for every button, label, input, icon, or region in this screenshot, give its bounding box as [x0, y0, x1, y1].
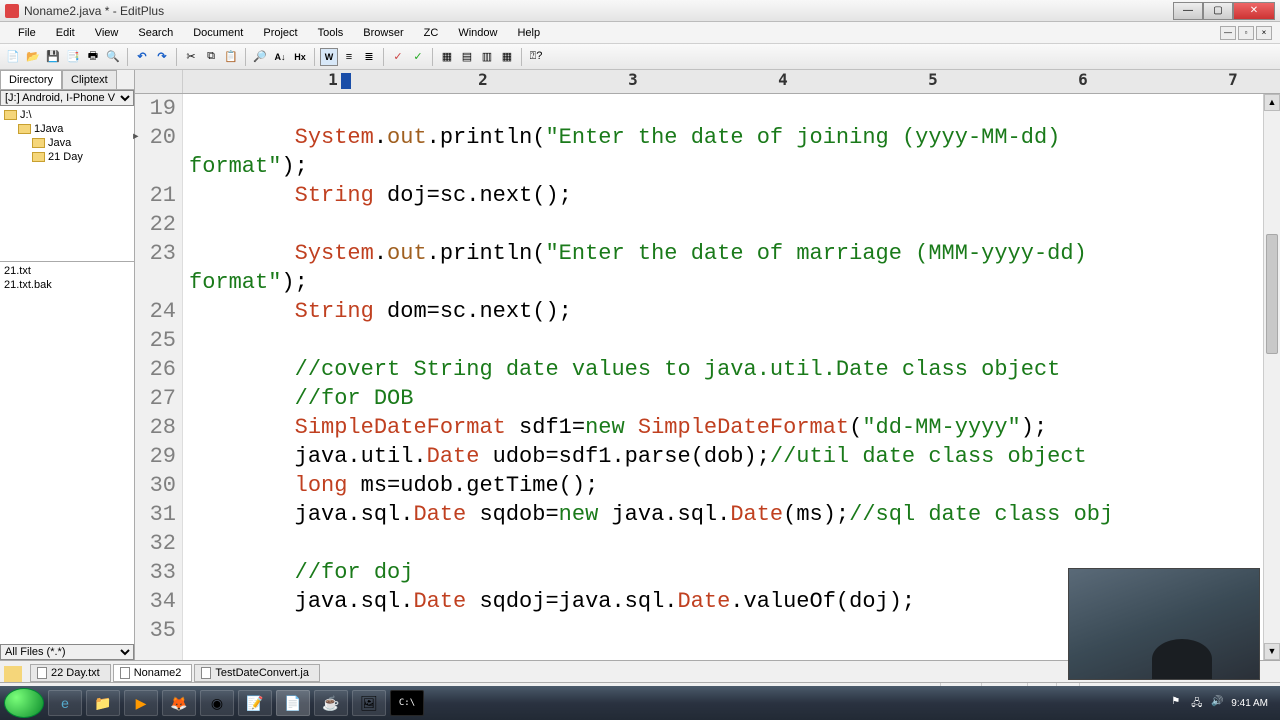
preview-icon[interactable]: 🔍 [104, 48, 122, 66]
undo-icon[interactable]: ↶ [133, 48, 151, 66]
taskbar-java-icon[interactable]: ☕ [314, 690, 348, 716]
scroll-up-icon[interactable]: ▲ [1264, 94, 1280, 111]
sidebar: Directory Cliptext [J:] Android, I-Phone… [0, 70, 135, 660]
tree-item-root[interactable]: J:\ [2, 108, 132, 122]
window-controls: — ▢ ✕ [1173, 2, 1275, 20]
tree-item[interactable]: Java [2, 136, 132, 150]
taskbar-app2-icon[interactable]: 🖼 [352, 690, 386, 716]
folder-icon[interactable] [4, 666, 22, 682]
menu-browser[interactable]: Browser [353, 25, 413, 41]
system-tray: ⚑ 🖧 🔊 9:41 AM [1171, 696, 1276, 710]
menu-view[interactable]: View [85, 25, 129, 41]
mdi-minimize-button[interactable]: — [1220, 26, 1236, 40]
folder-icon [4, 110, 17, 120]
paste-icon[interactable]: 📋 [222, 48, 240, 66]
ruler: 1 2 3 4 5 6 7 [135, 70, 1280, 94]
taskbar-chrome-icon[interactable]: ◉ [200, 690, 234, 716]
tray-network-icon[interactable]: 🖧 [1191, 696, 1205, 710]
wordwrap-icon[interactable]: W [320, 48, 338, 66]
file-filter-select[interactable]: All Files (*.*) [0, 644, 134, 660]
titlebar: Noname2.java * - EditPlus — ▢ ✕ [0, 0, 1280, 22]
document-tab[interactable]: TestDateConvert.ja [194, 664, 320, 682]
menu-tools[interactable]: Tools [308, 25, 354, 41]
save-all-icon[interactable]: 📑 [64, 48, 82, 66]
new-file-icon[interactable]: 📄 [4, 48, 22, 66]
copy-icon[interactable]: ⧉ [202, 48, 220, 66]
taskbar-ie-icon[interactable]: e [48, 690, 82, 716]
taskbar-app-icon[interactable]: 📝 [238, 690, 272, 716]
open-icon[interactable]: 📂 [24, 48, 42, 66]
directory-tree: J:\ 1Java Java 21 Day [0, 106, 134, 261]
close-button[interactable]: ✕ [1233, 2, 1275, 20]
document-tab[interactable]: 22 Day.txt [30, 664, 111, 682]
tab-directory[interactable]: Directory [0, 70, 62, 89]
menu-help[interactable]: Help [507, 25, 550, 41]
tray-clock[interactable]: 9:41 AM [1231, 698, 1268, 709]
document-tab-active[interactable]: Noname2 [113, 664, 193, 682]
tray-flag-icon[interactable]: ⚑ [1171, 696, 1185, 710]
scroll-down-icon[interactable]: ▼ [1264, 643, 1280, 660]
folder-icon [32, 152, 45, 162]
panel3-icon[interactable]: ▦ [498, 48, 516, 66]
file-list: 21.txt 21.txt.bak [0, 261, 134, 644]
drive-select[interactable]: [J:] Android, I-Phone V [0, 90, 134, 106]
linenumbers-icon[interactable]: ≡ [340, 48, 358, 66]
mdi-close-button[interactable]: × [1256, 26, 1272, 40]
ruler-cursor-icon [341, 73, 351, 89]
scroll-thumb[interactable] [1266, 234, 1278, 354]
webcam-overlay [1068, 568, 1260, 680]
replace-icon[interactable]: A↓ [271, 48, 289, 66]
menu-search[interactable]: Search [128, 25, 183, 41]
help-icon[interactable]: ⍰? [527, 48, 545, 66]
taskbar-explorer-icon[interactable]: 📁 [86, 690, 120, 716]
file-item[interactable]: 21.txt.bak [2, 278, 132, 292]
folder-icon [18, 124, 31, 134]
doc-icon [201, 667, 211, 679]
minimize-button[interactable]: — [1173, 2, 1203, 20]
panel1-icon[interactable]: ▤ [458, 48, 476, 66]
menu-file[interactable]: File [8, 25, 46, 41]
mdi-restore-button[interactable]: ▫ [1238, 26, 1254, 40]
tree-item[interactable]: 1Java [2, 122, 132, 136]
window-title: Noname2.java * - EditPlus [24, 4, 1173, 18]
maximize-button[interactable]: ▢ [1203, 2, 1233, 20]
toolbar: 📄 📂 💾 📑 🖶 🔍 ↶ ↷ ✂ ⧉ 📋 🔎 A↓ Hx W ≡ ≣ ✓ ✓ … [0, 44, 1280, 70]
taskbar-cmd-icon[interactable]: C:\ [390, 690, 424, 716]
doc-icon [37, 667, 47, 679]
tree-item[interactable]: 21 Day [2, 150, 132, 164]
ruler-icon[interactable]: ≣ [360, 48, 378, 66]
cut-icon[interactable]: ✂ [182, 48, 200, 66]
spell-icon[interactable]: ✓ [389, 48, 407, 66]
save-icon[interactable]: 💾 [44, 48, 62, 66]
app-icon [5, 4, 19, 18]
taskbar-media-icon[interactable]: ▶ [124, 690, 158, 716]
check-icon[interactable]: ✓ [409, 48, 427, 66]
menu-window[interactable]: Window [448, 25, 507, 41]
find-icon[interactable]: 🔎 [251, 48, 269, 66]
file-item[interactable]: 21.txt [2, 264, 132, 278]
redo-icon[interactable]: ↷ [153, 48, 171, 66]
tab-cliptext[interactable]: Cliptext [62, 70, 117, 89]
menubar: File Edit View Search Document Project T… [0, 22, 1280, 44]
menu-zc[interactable]: ZC [414, 25, 449, 41]
panel2-icon[interactable]: ▥ [478, 48, 496, 66]
menu-edit[interactable]: Edit [46, 25, 85, 41]
taskbar-editplus-icon[interactable]: 📄 [276, 690, 310, 716]
line-number-gutter: 1920212223242526272829303132333435 [135, 94, 183, 660]
doc-icon [120, 667, 130, 679]
taskbar-firefox-icon[interactable]: 🦊 [162, 690, 196, 716]
menu-document[interactable]: Document [183, 25, 253, 41]
start-button[interactable] [4, 688, 44, 718]
goto-icon[interactable]: Hx [291, 48, 309, 66]
folder-icon [32, 138, 45, 148]
vertical-scrollbar[interactable]: ▲ ▼ [1263, 94, 1280, 660]
taskbar: e 📁 ▶ 🦊 ◉ 📝 📄 ☕ 🖼 C:\ ⚑ 🖧 🔊 9:41 AM [0, 686, 1280, 720]
menu-project[interactable]: Project [253, 25, 307, 41]
tray-volume-icon[interactable]: 🔊 [1211, 696, 1225, 710]
browser-icon[interactable]: ▦ [438, 48, 456, 66]
print-icon[interactable]: 🖶 [84, 48, 102, 66]
